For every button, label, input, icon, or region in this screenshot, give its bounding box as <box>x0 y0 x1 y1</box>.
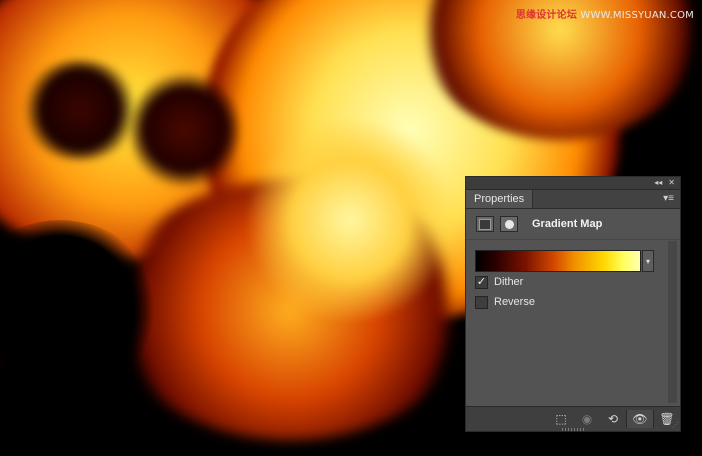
reverse-label: Reverse <box>494 296 535 308</box>
double-chevron-left-icon[interactable]: ◂◂ <box>654 178 662 188</box>
gradient-preview[interactable] <box>475 250 641 272</box>
watermark-cn: 思缘设计论坛 <box>515 10 578 21</box>
corner-resize-icon[interactable]: ⋰ <box>672 421 679 429</box>
properties-header: Gradient Map <box>466 209 680 240</box>
chevron-down-icon[interactable]: ▾ <box>642 250 654 272</box>
watermark: 思缘设计论坛 WWW.MISSYUAN.COM <box>516 6 694 21</box>
clip-to-layer-icon[interactable]: ⬚ <box>548 410 574 428</box>
view-previous-state-icon[interactable]: ◉ <box>574 410 600 428</box>
adjustment-title: Gradient Map <box>532 218 603 230</box>
adjustment-layer-icon[interactable] <box>476 216 494 232</box>
gradient-picker: ▾ <box>466 240 680 272</box>
dither-label: Dither <box>494 276 524 288</box>
properties-panel: ◂◂ ✕ Properties ▾≡ Gradient Map ▾ ✓ Dith… <box>465 176 681 432</box>
layer-mask-icon[interactable] <box>500 216 518 232</box>
watermark-url: WWW.MISSYUAN.COM <box>580 10 694 21</box>
tab-properties[interactable]: Properties <box>466 190 534 208</box>
reverse-option[interactable]: Reverse <box>466 292 680 312</box>
panel-titlebar: ◂◂ ✕ <box>466 177 680 190</box>
dither-checkbox[interactable]: ✓ <box>475 275 488 289</box>
resize-grip[interactable] <box>562 428 584 431</box>
panel-scrollbar[interactable] <box>668 241 677 403</box>
panel-tabbar: Properties ▾≡ <box>466 190 680 209</box>
visibility-eye-icon[interactable]: 👁 <box>626 410 654 428</box>
reverse-checkbox[interactable] <box>475 295 488 309</box>
reset-icon[interactable]: ⟲ <box>600 410 626 428</box>
panel-menu-icon[interactable]: ▾≡ <box>663 193 674 204</box>
dither-option[interactable]: ✓ Dither <box>466 272 680 292</box>
panel-footer: ⬚ ◉ ⟲ 👁 🗑 ⋰ <box>466 406 680 431</box>
close-icon[interactable]: ✕ <box>668 178 675 188</box>
